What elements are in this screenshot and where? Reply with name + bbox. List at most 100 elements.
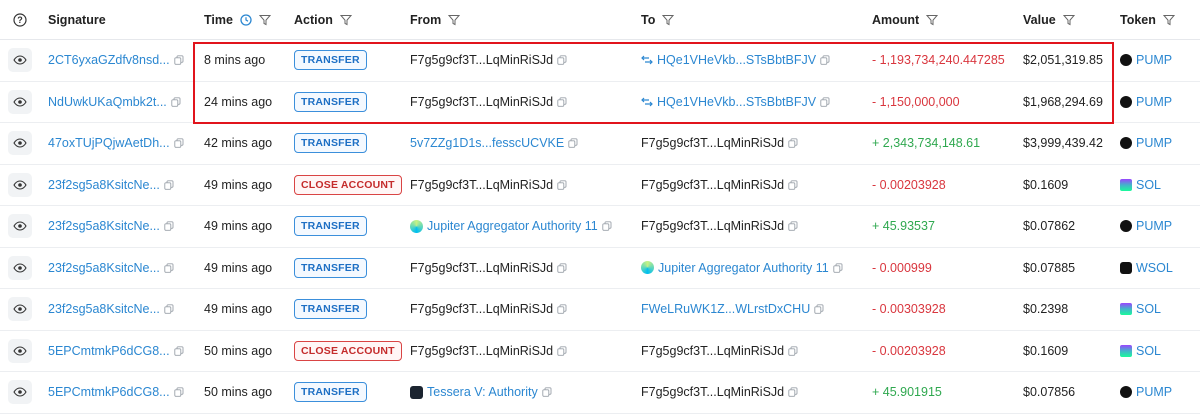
filter-icon[interactable] (1162, 14, 1175, 26)
token-link[interactable]: PUMP (1136, 53, 1172, 67)
filter-icon[interactable] (926, 14, 939, 26)
token-link[interactable]: SOL (1136, 344, 1161, 358)
copy-icon[interactable] (833, 263, 843, 273)
signature-link[interactable]: 5EPCmtmkP6dCG8... (48, 385, 170, 399)
table-row: 23f2sg5a8KsitcNe... 49 mins ago TRANSFER F7… (0, 248, 1200, 289)
to-address[interactable]: FWeLRuWK1Z...WLrstDxCHU (641, 302, 810, 316)
header-time[interactable]: Time (196, 13, 286, 27)
signature-link[interactable]: 23f2sg5a8KsitcNe... (48, 302, 160, 316)
to-address[interactable]: Jupiter Aggregator Authority 11 (658, 261, 829, 275)
copy-icon[interactable] (602, 221, 612, 231)
eye-icon[interactable] (8, 255, 32, 280)
from-cell: F7g5g9cf3T...LqMinRiSJd (402, 53, 633, 67)
eye-icon[interactable] (8, 48, 32, 73)
copy-icon[interactable] (164, 263, 174, 273)
copy-icon[interactable] (173, 387, 184, 397)
to-address[interactable]: HQe1VHeVkb...STsBbtBFJV (657, 95, 816, 109)
filter-icon[interactable] (339, 14, 352, 26)
copy-icon[interactable] (164, 304, 174, 314)
from-cell: 5v7ZZg1D1s...fesscUCVKE (402, 136, 633, 150)
to-cell: Jupiter Aggregator Authority 11 (633, 261, 864, 275)
token-link[interactable]: WSOL (1136, 261, 1173, 275)
token-link[interactable]: SOL (1136, 302, 1161, 316)
from-address[interactable]: Jupiter Aggregator Authority 11 (427, 219, 598, 233)
header-from[interactable]: From (402, 13, 633, 27)
copy-icon[interactable] (788, 346, 798, 356)
header-token[interactable]: Token (1112, 13, 1200, 27)
signature-link[interactable]: 2CT6yxaGZdfv8nsd... (48, 53, 170, 67)
view-details-cell (0, 297, 40, 322)
eye-icon[interactable] (8, 380, 32, 405)
eye-icon[interactable] (8, 297, 32, 322)
from-address[interactable]: F7g5g9cf3T...LqMinRiSJd (410, 302, 553, 316)
copy-icon[interactable] (164, 180, 174, 190)
header-value[interactable]: Value (1015, 13, 1112, 27)
token-link[interactable]: SOL (1136, 178, 1161, 192)
clock-icon[interactable] (240, 13, 252, 26)
token-cell: PUMP (1112, 136, 1200, 150)
signature-link[interactable]: 47oxTUjPQjwAetDh... (48, 136, 170, 150)
filter-icon[interactable] (1062, 14, 1075, 26)
signature-link[interactable]: NdUwkUKaQmbk2t... (48, 95, 167, 109)
filter-icon[interactable] (448, 14, 461, 26)
copy-icon[interactable] (557, 180, 567, 190)
eye-icon[interactable] (8, 131, 32, 156)
table-row: 5EPCmtmkP6dCG8... 50 mins ago TRANSFER Tess… (0, 372, 1200, 414)
copy-icon[interactable] (173, 55, 184, 65)
action-cell: CLOSE ACCOUNT (286, 340, 402, 361)
copy-icon[interactable] (557, 263, 567, 273)
copy-icon[interactable] (788, 138, 798, 148)
copy-icon[interactable] (788, 221, 798, 231)
eye-icon[interactable] (8, 89, 32, 114)
token-link[interactable]: PUMP (1136, 136, 1172, 150)
to-address[interactable]: F7g5g9cf3T...LqMinRiSJd (641, 385, 784, 399)
copy-icon[interactable] (164, 221, 174, 231)
help-icon[interactable]: ? (0, 12, 40, 27)
copy-icon[interactable] (557, 97, 567, 107)
copy-icon[interactable] (173, 346, 184, 356)
header-to[interactable]: To (633, 13, 864, 27)
to-address[interactable]: F7g5g9cf3T...LqMinRiSJd (641, 178, 784, 192)
copy-icon[interactable] (557, 346, 567, 356)
to-address[interactable]: F7g5g9cf3T...LqMinRiSJd (641, 136, 784, 150)
signature-link[interactable]: 5EPCmtmkP6dCG8... (48, 344, 170, 358)
from-address[interactable]: F7g5g9cf3T...LqMinRiSJd (410, 261, 553, 275)
time-text: 42 mins ago (204, 136, 273, 151)
from-address[interactable]: 5v7ZZg1D1s...fesscUCVKE (410, 136, 564, 150)
eye-icon[interactable] (8, 172, 32, 197)
copy-icon[interactable] (788, 180, 798, 190)
token-link[interactable]: PUMP (1136, 385, 1172, 399)
eye-icon[interactable] (8, 338, 32, 363)
signature-link[interactable]: 23f2sg5a8KsitcNe... (48, 178, 160, 192)
from-address[interactable]: F7g5g9cf3T...LqMinRiSJd (410, 53, 553, 67)
copy-icon[interactable] (820, 97, 830, 107)
from-address[interactable]: F7g5g9cf3T...LqMinRiSJd (410, 344, 553, 358)
eye-icon[interactable] (8, 214, 32, 239)
time-cell: 50 mins ago (196, 344, 286, 358)
to-address[interactable]: F7g5g9cf3T...LqMinRiSJd (641, 219, 784, 233)
signature-link[interactable]: 23f2sg5a8KsitcNe... (48, 261, 160, 275)
filter-icon[interactable] (662, 14, 675, 26)
copy-icon[interactable] (171, 97, 181, 107)
copy-icon[interactable] (557, 55, 567, 65)
from-address[interactable]: F7g5g9cf3T...LqMinRiSJd (410, 95, 553, 109)
from-address[interactable]: Tessera V: Authority (427, 385, 538, 399)
copy-icon[interactable] (173, 138, 184, 148)
token-link[interactable]: PUMP (1136, 219, 1172, 233)
copy-icon[interactable] (557, 304, 567, 314)
copy-icon[interactable] (820, 55, 830, 65)
from-address[interactable]: F7g5g9cf3T...LqMinRiSJd (410, 178, 553, 192)
copy-icon[interactable] (542, 387, 552, 397)
amount-cell: + 2,343,734,148.61 (864, 136, 1015, 150)
copy-icon[interactable] (788, 387, 798, 397)
table-body: 2CT6yxaGZdfv8nsd... 8 mins ago TRANSFER F7g… (0, 40, 1200, 414)
copy-icon[interactable] (568, 138, 578, 148)
copy-icon[interactable] (814, 304, 824, 314)
filter-icon[interactable] (258, 14, 271, 26)
token-link[interactable]: PUMP (1136, 95, 1172, 109)
to-address[interactable]: HQe1VHeVkb...STsBbtBFJV (657, 53, 816, 67)
signature-link[interactable]: 23f2sg5a8KsitcNe... (48, 219, 160, 233)
to-address[interactable]: F7g5g9cf3T...LqMinRiSJd (641, 344, 784, 358)
header-amount[interactable]: Amount (864, 13, 1015, 27)
header-action[interactable]: Action (286, 13, 402, 27)
